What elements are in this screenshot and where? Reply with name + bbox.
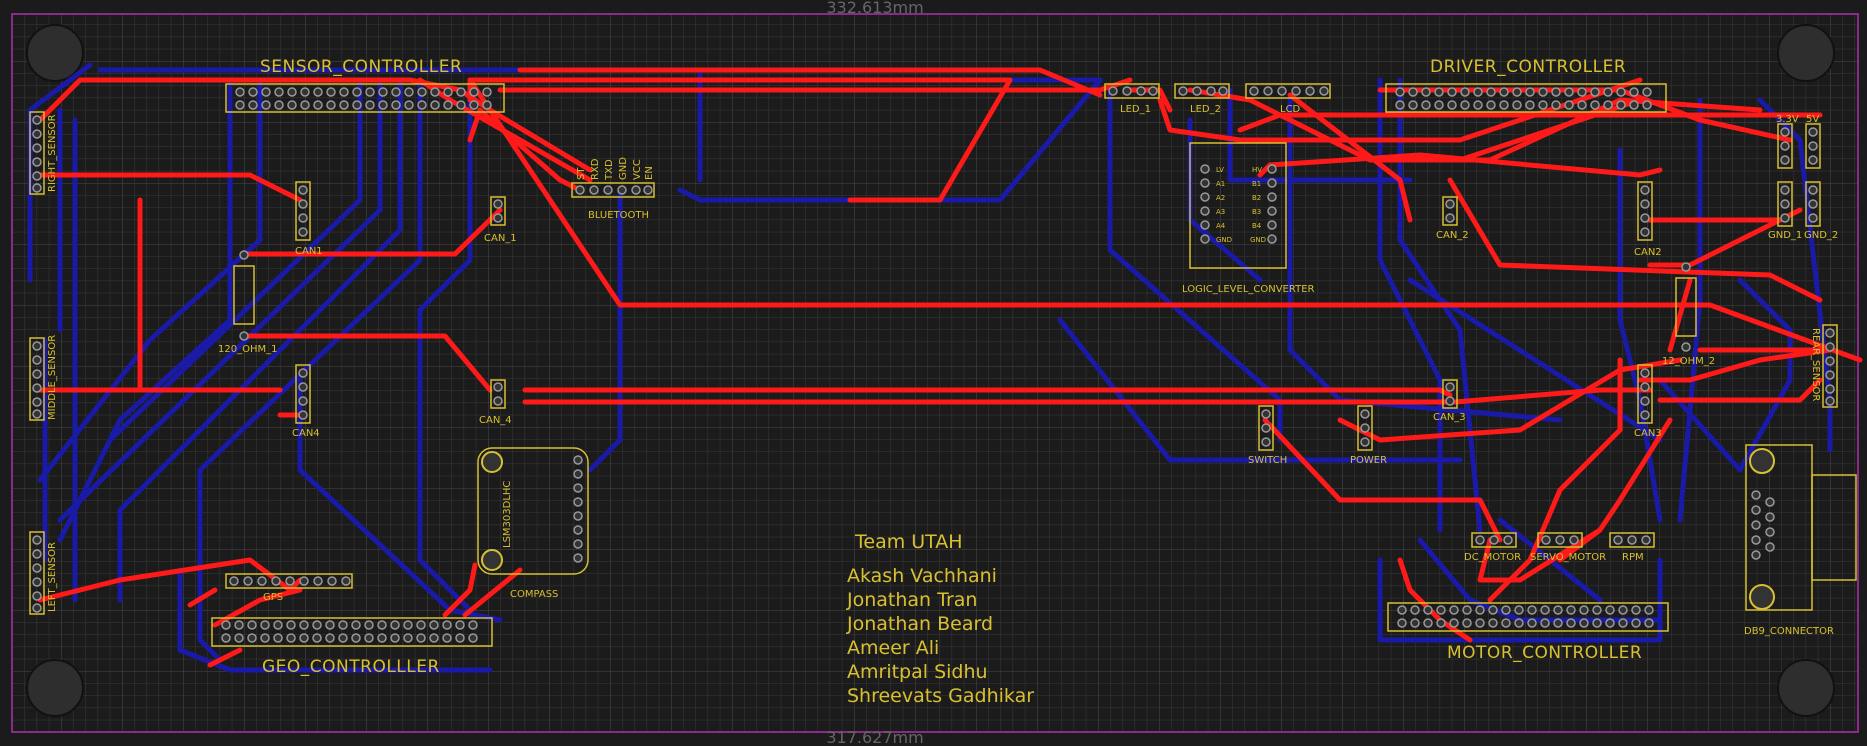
bt-pin-st: ST xyxy=(576,167,587,180)
left-sensor-label: LEFT_SENSOR xyxy=(47,542,58,612)
lcd-label: LCD xyxy=(1280,104,1301,115)
geo-controller-label: GEO_CONTROLLLER xyxy=(262,657,440,677)
llc-pin-b2: B2 xyxy=(1252,194,1261,202)
llc-pin-b3: B3 xyxy=(1252,208,1261,216)
motor-controller-label: MOTOR_CONTROLLER xyxy=(1447,643,1642,663)
bt-pin-vcc: VCC xyxy=(632,159,643,180)
v5-label: 5V xyxy=(1806,114,1819,125)
can-2-label: CAN_2 xyxy=(1436,230,1469,241)
team-name: Team UTAH xyxy=(854,531,963,553)
team-member: Akash Vachhani xyxy=(847,565,997,587)
llc-label: LOGIC_LEVEL_CONVERTER xyxy=(1182,284,1315,295)
llc-pin-gnd-r: GND xyxy=(1250,236,1266,244)
compass-chip-label: LSM303DLHC xyxy=(502,481,513,548)
llc-pin-a4: A4 xyxy=(1216,222,1226,230)
pcb-layout: 332.613mm 317.627mm SENSOR_CONTROLLER DR… xyxy=(0,0,1867,746)
power-label: POWER xyxy=(1350,455,1387,466)
llc-pin-lv: LV xyxy=(1216,166,1224,174)
team-member: Shreevats Gadhikar xyxy=(847,685,1034,707)
ohm1-label: 120_OHM_1 xyxy=(218,344,277,355)
sensor-controller-label: SENSOR_CONTROLLER xyxy=(260,57,462,77)
can3-label: CAN3 xyxy=(1634,428,1662,439)
bt-pin-txd: TXD xyxy=(604,159,615,181)
rear-sensor-label: REAR_SENSOR xyxy=(1810,328,1821,401)
gps-label: GPS xyxy=(263,592,283,603)
llc-pin-hv: HV xyxy=(1252,166,1262,174)
rpm-label: RPM xyxy=(1622,552,1644,563)
can-4-label: CAN_4 xyxy=(479,415,512,426)
can-3-label: CAN_3 xyxy=(1433,412,1466,423)
right-sensor-label: RIGHT_SENSOR xyxy=(47,114,58,192)
can1-label: CAN1 xyxy=(295,246,323,257)
can4-label: CAN4 xyxy=(292,428,320,439)
led1-label: LED_1 xyxy=(1120,104,1151,115)
db9-label: DB9_CONNECTOR xyxy=(1744,626,1834,637)
team-member: Jonathan Beard xyxy=(846,613,993,635)
llc-pin-b4: B4 xyxy=(1252,222,1262,230)
v33-label: 3.3V xyxy=(1776,114,1799,125)
middle-sensor-label: MIDDLE_SENSOR xyxy=(47,335,58,420)
llc-pin-b1: B1 xyxy=(1252,180,1261,188)
gnd1-label: GND_1 xyxy=(1768,230,1802,241)
switch-label: SWITCH xyxy=(1248,455,1287,466)
gnd2-label: GND_2 xyxy=(1804,230,1838,241)
team-member: Jonathan Tran xyxy=(846,589,977,611)
bluetooth-label: BLUETOOTH xyxy=(588,210,649,221)
ohm2-label: 12_OHM_2 xyxy=(1662,356,1715,367)
team-member: Ameer Ali xyxy=(847,637,939,659)
bt-pin-gnd: GND xyxy=(618,157,629,180)
llc-pin-a2: A2 xyxy=(1216,194,1225,202)
dc-motor-label: DC_MOTOR xyxy=(1464,552,1521,563)
led2-label: LED_2 xyxy=(1190,104,1221,115)
llc-pin-a3: A3 xyxy=(1216,208,1225,216)
bt-pin-en: EN xyxy=(644,166,655,180)
llc-pin-a1: A1 xyxy=(1216,180,1225,188)
can2-label: CAN2 xyxy=(1634,247,1662,258)
compass-label: COMPASS xyxy=(510,589,558,600)
dimension-bottom: 317.627mm xyxy=(826,728,923,746)
llc-pin-gnd-l: GND xyxy=(1216,236,1232,244)
driver-controller-label: DRIVER_CONTROLLER xyxy=(1430,57,1626,77)
team-member: Amritpal Sidhu xyxy=(847,661,988,683)
dimension-top: 332.613mm xyxy=(826,0,923,17)
can-1-label: CAN_1 xyxy=(484,233,517,244)
servo-motor-label: SERVO_MOTOR xyxy=(1530,552,1606,563)
bt-pin-rxd: RXD xyxy=(590,158,601,180)
